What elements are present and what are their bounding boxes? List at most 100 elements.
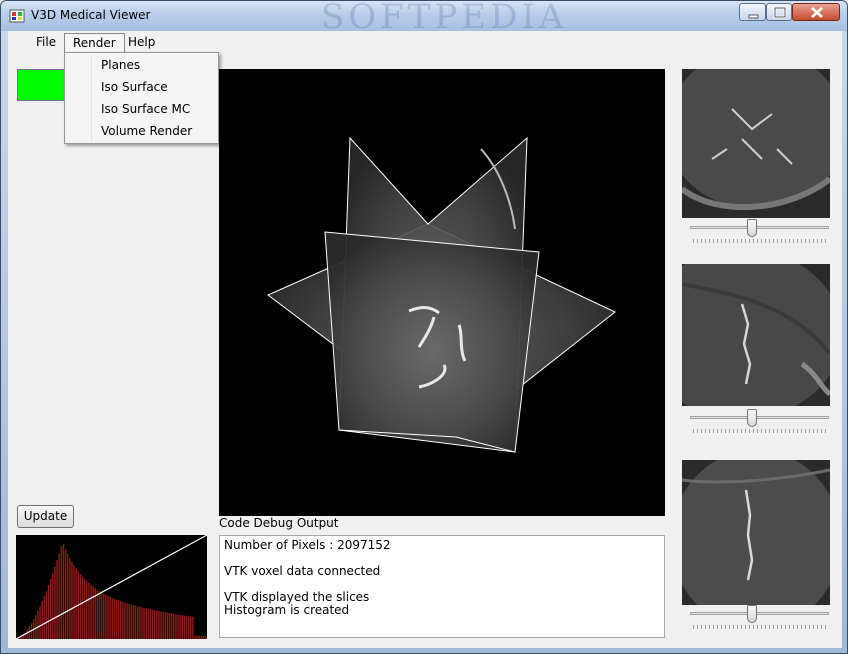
- histogram-bar: [83, 578, 86, 639]
- histogram-bar: [58, 553, 60, 639]
- histogram-bar: [141, 607, 143, 639]
- histogram-plot: [15, 534, 208, 640]
- histogram-bar: [198, 635, 200, 639]
- debug-line: Histogram is created: [224, 603, 350, 617]
- histogram-bar: [162, 611, 164, 639]
- app-icon: [9, 9, 25, 23]
- slice-view-sagittal[interactable]: [682, 460, 830, 605]
- histogram-bar: [96, 589, 99, 639]
- histogram-bar: [151, 609, 154, 639]
- histogram-bar: [179, 614, 181, 639]
- histogram-bar: [196, 635, 198, 639]
- histogram-bar: [69, 557, 71, 639]
- menu-render[interactable]: Render: [64, 33, 125, 52]
- menu-item-planes[interactable]: Planes: [67, 55, 216, 77]
- slice-slider-sagittal[interactable]: [688, 605, 831, 631]
- update-button[interactable]: Update: [17, 505, 74, 528]
- client-area: File Render Help Code Debug Output Numbe…: [8, 31, 842, 648]
- debug-line: VTK voxel data connected: [224, 564, 381, 578]
- histogram-bar: [128, 603, 130, 639]
- menu-item-iso-surface-mc[interactable]: Iso Surface MC: [67, 99, 216, 121]
- histogram-bar: [113, 598, 116, 639]
- histogram-bar: [124, 602, 126, 639]
- slider-handle[interactable]: [747, 219, 757, 237]
- minimize-button[interactable]: [739, 3, 766, 21]
- histogram-bar: [60, 546, 63, 639]
- minimize-icon: [748, 14, 759, 19]
- histogram-bar: [62, 544, 65, 639]
- histogram-bar: [81, 576, 84, 639]
- histogram-bar: [90, 584, 92, 639]
- color-swatch[interactable]: [17, 69, 69, 101]
- histogram-bar: [28, 626, 31, 639]
- histogram-bar: [168, 613, 171, 639]
- histogram-bar: [170, 613, 173, 639]
- render-dropdown-menu: Planes Iso Surface Iso Surface MC Volume…: [64, 52, 219, 144]
- histogram-bar: [54, 566, 56, 639]
- debug-output-textbox[interactable]: Number of Pixels : 2097152 VTK voxel dat…: [219, 535, 665, 638]
- histogram-bar: [73, 565, 75, 639]
- slider-track: [690, 612, 829, 615]
- slice-view-axial[interactable]: [682, 69, 830, 218]
- histogram-bar: [86, 580, 88, 639]
- histogram-bar: [66, 553, 69, 639]
- histogram-bar: [115, 599, 118, 639]
- menu-item-iso-surface[interactable]: Iso Surface: [67, 77, 216, 99]
- debug-line: VTK displayed the slices: [224, 590, 370, 604]
- histogram-bar: [111, 597, 113, 639]
- histogram-bar: [177, 614, 179, 639]
- histogram-bar: [100, 592, 103, 639]
- slice-view-coronal[interactable]: [682, 264, 830, 406]
- slice-slider-coronal[interactable]: [688, 409, 831, 435]
- histogram-bar: [202, 635, 205, 639]
- maximize-icon: [773, 6, 787, 19]
- menu-bar: File Render Help: [8, 31, 842, 53]
- histogram-bar: [45, 590, 48, 639]
- menu-item-volume-render[interactable]: Volume Render: [67, 121, 216, 143]
- window-title: V3D Medical Viewer: [31, 8, 151, 22]
- histogram-bar: [71, 561, 73, 639]
- ct-slice-image: [682, 69, 830, 218]
- histogram-bar: [149, 609, 152, 639]
- histogram-bar: [79, 574, 82, 639]
- histogram-bar: [145, 608, 147, 639]
- histogram-bar: [37, 610, 39, 639]
- histogram-bar: [194, 635, 196, 639]
- histogram-bar: [204, 635, 207, 639]
- slider-track: [690, 226, 829, 229]
- title-bar[interactable]: V3D Medical Viewer SOFTPEDIA: [1, 0, 847, 37]
- debug-line: Number of Pixels : 2097152: [224, 538, 391, 552]
- histogram-bar: [137, 606, 139, 639]
- histogram-bar: [164, 612, 167, 639]
- histogram-bar: [120, 601, 122, 639]
- orthogonal-slice-planes: [267, 136, 616, 453]
- 3d-render-view[interactable]: [219, 69, 665, 516]
- histogram-bar: [156, 610, 158, 639]
- histogram-bar: [185, 615, 188, 639]
- histogram-bar: [187, 616, 190, 639]
- histogram-bar: [56, 560, 58, 639]
- histogram-bar: [158, 611, 160, 639]
- histogram-bar: [117, 600, 120, 639]
- histogram-bar: [75, 568, 77, 639]
- histogram-bar: [35, 615, 37, 639]
- histogram-bar: [181, 615, 183, 639]
- slider-handle[interactable]: [747, 605, 757, 623]
- histogram-bar: [105, 594, 107, 639]
- maximize-button[interactable]: [766, 3, 792, 21]
- close-icon: [811, 7, 823, 18]
- close-button[interactable]: [792, 3, 840, 21]
- slider-handle[interactable]: [747, 409, 757, 427]
- menu-help[interactable]: Help: [120, 33, 163, 52]
- app-window: V3D Medical Viewer SOFTPEDIA File Render…: [0, 0, 848, 654]
- ct-slice-image: [682, 264, 830, 406]
- histogram-bar: [26, 629, 29, 639]
- slider-track: [690, 416, 829, 419]
- histogram-bar: [88, 582, 90, 639]
- slider-ticks: [693, 239, 827, 243]
- slice-slider-axial[interactable]: [688, 219, 831, 245]
- menu-file[interactable]: File: [28, 33, 64, 52]
- histogram-bar: [153, 610, 156, 639]
- histogram-bar: [41, 601, 43, 639]
- histogram-bar: [192, 616, 194, 639]
